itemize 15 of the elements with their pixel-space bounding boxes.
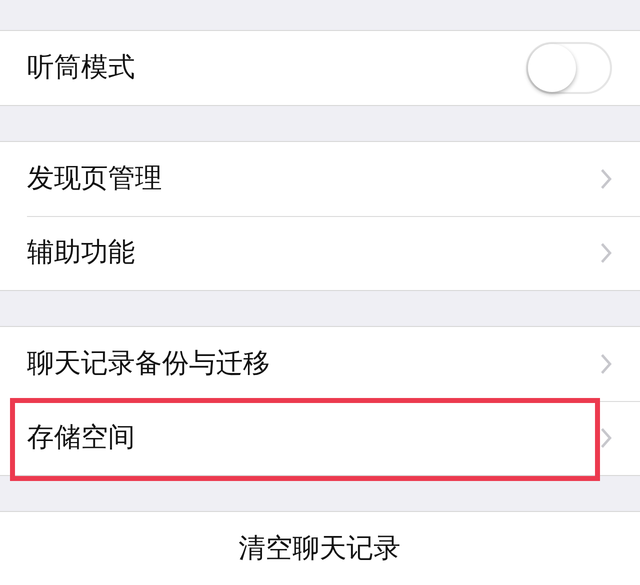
chevron-right-icon xyxy=(600,353,612,375)
settings-row[interactable]: 聊天记录备份与迁移 xyxy=(0,327,640,401)
chevron-right-icon xyxy=(600,242,612,264)
settings-row[interactable]: 存储空间 xyxy=(0,401,640,475)
settings-row[interactable]: 辅助功能 xyxy=(0,216,640,290)
chevron-right-icon xyxy=(600,427,612,449)
settings-row[interactable]: 发现页管理 xyxy=(0,142,640,216)
chevron-right-icon xyxy=(600,168,612,190)
row-label: 辅助功能 xyxy=(27,236,135,270)
row-label: 发现页管理 xyxy=(27,162,162,196)
row-label: 存储空间 xyxy=(27,420,135,455)
row-label: 聊天记录备份与迁移 xyxy=(27,346,270,381)
toggle-switch[interactable] xyxy=(526,42,612,94)
row-label: 听筒模式 xyxy=(27,50,135,85)
clear-history-button[interactable]: 清空聊天记录 xyxy=(0,512,640,585)
